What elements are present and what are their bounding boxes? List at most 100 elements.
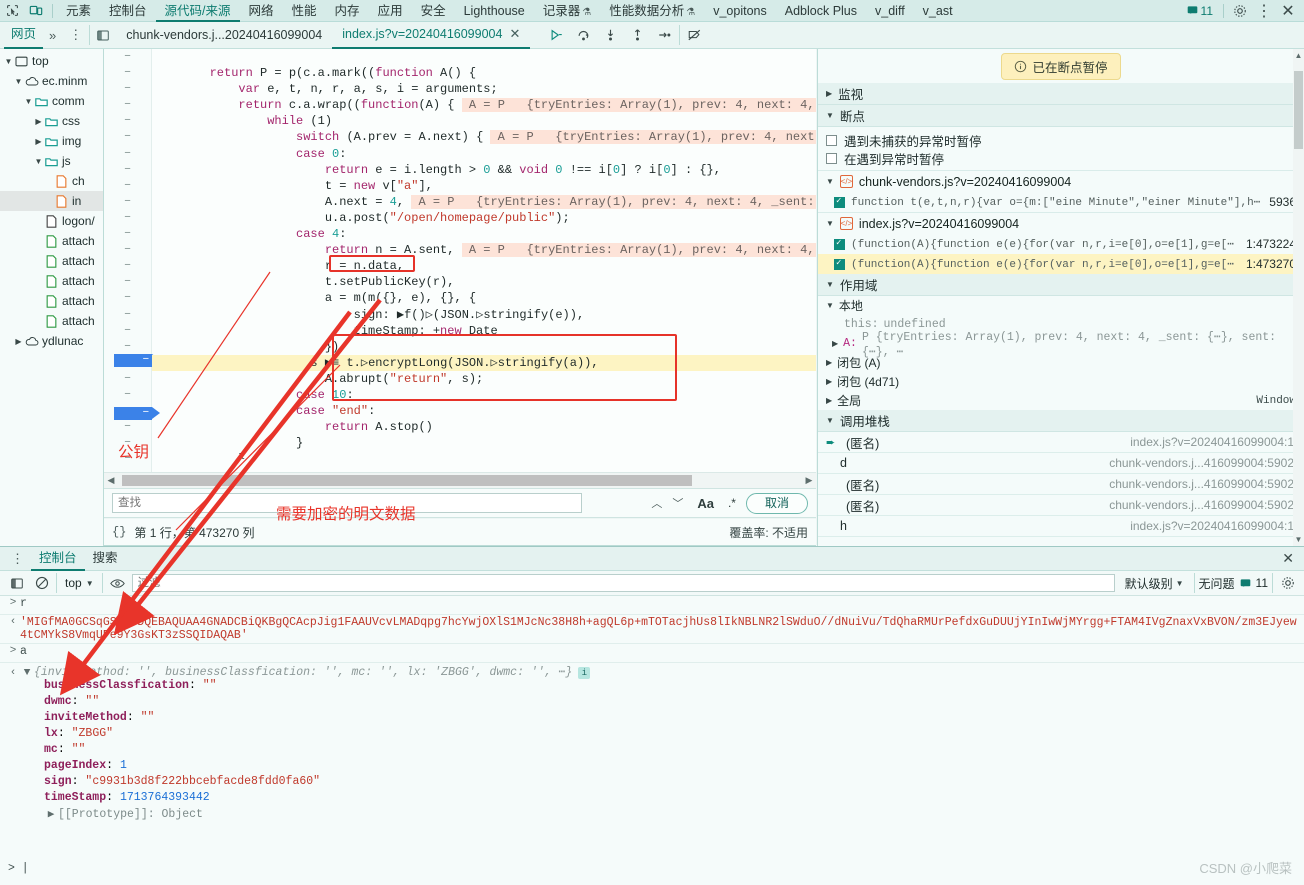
clear-console-icon[interactable] [31,573,52,594]
gutter-line[interactable]: − [104,274,151,290]
console-filter-input[interactable] [131,574,1115,592]
scope-closure-row[interactable]: ▶ 闭包 (4d71) [818,372,1304,391]
object-property-row[interactable]: dwmc: "" [6,695,1298,711]
chevron-right-icon[interactable]: ▶ [826,377,832,386]
scope-variable-list[interactable]: this: undefined ▶ A: P {tryEntries: Array(1)… [818,315,1304,410]
pause-uncaught-row[interactable]: 遇到未捕获的异常时暂停 [818,131,1304,149]
gutter-line[interactable]: − [104,81,151,97]
tab-memory[interactable]: 内存 [326,0,369,22]
tab-console[interactable]: 控制台 [100,0,156,22]
step-over-icon[interactable] [571,24,596,46]
code-line[interactable]: t = new v["a"], [152,178,816,194]
code-line[interactable] [152,49,816,65]
step-into-icon[interactable] [598,24,623,46]
close-icon[interactable]: ✕ [1276,0,1300,22]
execution-context-selector[interactable]: top ▼ [61,576,98,590]
breakpoint-checkbox[interactable] [834,258,845,270]
tab-v-ast[interactable]: v_ast [914,0,962,22]
drawer-tab-search[interactable]: 搜索 [85,547,126,571]
code-editor[interactable]: −−−−−−−−−−−−−−−−−−−−−−−−−−−−− return P =… [104,49,816,472]
resume-icon[interactable] [544,24,569,46]
code-line[interactable]: } [152,451,816,459]
gutter-line[interactable]: − [104,178,151,194]
code-line[interactable]: a = m(m({}, e), {}, { [152,290,816,306]
chevron-right-icon[interactable]: ▶ [826,396,832,405]
code-line[interactable]: A.next = 4, A = P {tryEntries: Array(1),… [152,194,816,210]
tab-sources[interactable]: 源代码/来源 [155,0,240,22]
breakpoint-row[interactable]: (function(A){function e(e){for(var n,r,i… [818,254,1304,274]
tree-node[interactable]: attach [0,271,103,291]
console-input-line[interactable]: > a [0,644,1304,663]
tree-node[interactable]: ▼ js [0,151,103,171]
code-line[interactable]: return c.a.wrap((function(A) { A = P {tr… [152,97,816,113]
log-level-selector[interactable]: 默认级别 ▼ [1119,575,1190,592]
code-line[interactable]: return n = A.sent, A = P {tryEntries: Ar… [152,242,816,258]
local-scope-row[interactable]: ▼ 本地 [818,296,1304,315]
call-stack-row[interactable]: (匿名) chunk-vendors.j...416099004:5902 [818,495,1304,516]
tab-elements[interactable]: 元素 [57,0,100,22]
scope-closure-row[interactable]: ▶ 全局 Window [818,391,1304,410]
code-line[interactable]: A.abrupt("return", s); [152,371,816,387]
scroll-right-icon[interactable]: ▶ [802,475,816,486]
gutter-line[interactable]: − [104,451,151,467]
code-line[interactable]: sign: ▶f()▷(JSON.▷stringify(e)), [152,307,816,323]
chevron-right-icon[interactable]: ▶ [832,339,838,348]
scope-variable-row[interactable]: ▶ A: P {tryEntries: Array(1), prev: 4, nex… [818,331,1304,359]
code-line[interactable]: return P = p(c.a.mark((function A() { [152,65,816,81]
debugger-vertical-scrollbar[interactable]: ▲ ▼ [1293,49,1304,546]
checkbox[interactable] [826,134,837,146]
object-property-row[interactable]: pageIndex: 1 [6,759,1298,775]
tree-twisty-icon[interactable]: ▶ [13,337,24,346]
scope-section-header[interactable]: ▼ 作用域 [818,274,1304,296]
console-prompt[interactable]: > | [8,862,29,875]
code-line[interactable]: t.setPublicKey(r), [152,274,816,290]
code-line[interactable]: }), [152,339,816,355]
chevron-down-icon[interactable]: ﹀ [668,494,687,513]
tree-twisty-icon[interactable]: ▶ [33,117,44,126]
file-tab-index[interactable]: index.js?v=20240416099004 ✕ [332,22,531,49]
callstack-section-header[interactable]: ▼ 调用堆栈 [818,410,1304,432]
pause-exceptions-row[interactable]: 在遇到异常时暂停 [818,149,1304,167]
gutter-line[interactable]: − [104,307,151,323]
cancel-button[interactable]: 取消 [745,492,808,514]
editor-gutter[interactable]: −−−−−−−−−−−−−−−−−−−−−−−−−−−−− [104,49,160,472]
navigator-tab-page[interactable]: 网页 [4,22,44,49]
scroll-left-icon[interactable]: ◀ [104,475,118,486]
scroll-down-icon[interactable]: ▼ [1293,535,1304,544]
match-case-icon[interactable]: Aa [693,496,718,511]
gutter-line[interactable]: − [104,242,151,258]
message-count-badge[interactable]: 11 [1187,4,1213,18]
regex-icon[interactable]: .* [724,496,740,510]
console-output[interactable]: > r ‹ 'MIGfMA0GCSqGSIb3DQEBAQUAA4GNADCBiQKB… [0,596,1304,883]
issues-status[interactable]: 无问题 11 [1199,575,1268,592]
gutter-line[interactable]: − [104,65,151,81]
tab-lighthouse[interactable]: Lighthouse [455,0,534,22]
scrollbar-thumb[interactable] [122,475,692,486]
gutter-line[interactable]: − [104,435,151,451]
console-sidebar-icon[interactable] [6,573,27,594]
code-line[interactable]: s ▶≡ t.▷encryptLong(JSON.▷stringify(a)), [152,354,816,371]
tab-v-opitons[interactable]: v_opitons [704,0,776,22]
expand-toggle-icon[interactable]: ▼ [20,667,34,679]
search-input[interactable] [112,493,582,513]
kebab-icon[interactable]: ⋮ [1252,0,1276,22]
gutter-line[interactable]: − [104,419,151,435]
gutter-line[interactable]: − [104,258,151,274]
breakpoint-marker[interactable]: − [114,406,160,420]
navigator-kebab-icon[interactable]: ⋮ [62,27,89,43]
tree-node[interactable]: ▼ ec.minm [0,71,103,91]
gutter-line[interactable]: − [104,210,151,226]
call-stack-list[interactable]: ➨ (匿名) index.js?v=20240416099004:1 d chunk-v… [818,432,1304,537]
code-line[interactable]: while (1) [152,113,816,129]
code-line[interactable]: var e, t, n, r, a, s, i = arguments; [152,81,816,97]
watch-section-header[interactable]: ▶ 监视 [818,83,1304,105]
tree-node[interactable]: ▼ comm [0,91,103,111]
code-line[interactable]: timeStamp: +new Date [152,323,816,339]
gutter-line[interactable]: − [104,290,151,306]
tree-node[interactable]: attach [0,311,103,331]
object-property-row[interactable]: lx: "ZBGG" [6,727,1298,743]
tab-network[interactable]: 网络 [240,0,283,22]
tree-node[interactable]: attach [0,251,103,271]
gutter-line[interactable]: − [104,371,151,387]
tree-twisty-icon[interactable]: ▼ [3,57,14,66]
